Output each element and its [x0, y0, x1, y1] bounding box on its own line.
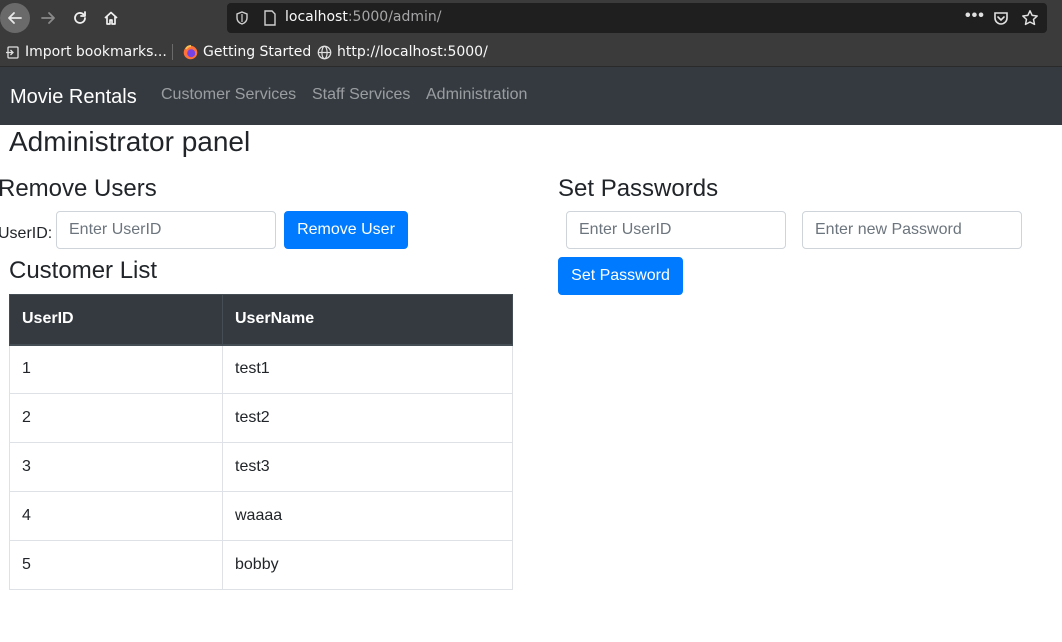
- cell-username: test2: [222, 393, 513, 443]
- customer-list-heading: Customer List: [9, 257, 158, 284]
- reload-button[interactable]: [65, 3, 95, 33]
- nav-customer-services[interactable]: Customer Services: [161, 86, 296, 104]
- cell-userid: 3: [9, 442, 223, 492]
- bookmark-label: Getting Started: [203, 44, 312, 60]
- cell-userid: 2: [9, 393, 223, 443]
- bookmarks-toolbar: Import bookmarks... Getting Started http…: [0, 36, 1062, 67]
- set-passwords-heading: Set Passwords: [558, 175, 719, 202]
- table-row: 5 bobby: [9, 540, 513, 590]
- shield-icon[interactable]: [235, 11, 249, 25]
- url-path: :5000/admin/: [347, 9, 442, 25]
- column-header-username: UserName: [222, 294, 513, 346]
- arrow-right-icon: [41, 12, 55, 24]
- nav-staff-services[interactable]: Staff Services: [312, 86, 410, 104]
- cell-userid: 5: [9, 540, 223, 590]
- customer-table: UserID UserName 1 test1 2 test2 3 test3 …: [9, 294, 513, 590]
- nav-administration[interactable]: Administration: [426, 86, 527, 104]
- page-icon[interactable]: [263, 10, 277, 26]
- pocket-icon[interactable]: [993, 10, 1009, 26]
- url-host: localhost: [285, 9, 348, 25]
- bookmark-separator: [172, 44, 173, 60]
- remove-users-heading: Remove Users: [0, 175, 157, 202]
- cell-userid: 4: [9, 491, 223, 541]
- remove-userid-input[interactable]: [56, 211, 276, 249]
- import-icon: [6, 45, 19, 59]
- url-bar[interactable]: localhost:5000/admin/ •••: [227, 3, 1047, 33]
- cell-username: waaaa: [222, 491, 513, 541]
- reload-icon: [74, 11, 86, 24]
- cell-username: test3: [222, 442, 513, 492]
- bookmark-getting-started[interactable]: Getting Started: [183, 42, 311, 62]
- cell-username: test1: [222, 344, 513, 394]
- firefox-icon: [183, 44, 198, 59]
- new-password-input[interactable]: [802, 211, 1022, 249]
- globe-icon: [317, 45, 332, 59]
- more-actions-icon[interactable]: •••: [965, 7, 985, 25]
- table-row: 3 test3: [9, 442, 513, 492]
- page-title: Administrator panel: [9, 126, 251, 157]
- bookmark-label: http://localhost:5000/: [337, 44, 488, 60]
- forward-button[interactable]: [33, 3, 63, 33]
- table-row: 4 waaaa: [9, 491, 513, 541]
- brand-link[interactable]: Movie Rentals: [10, 86, 137, 109]
- set-password-button[interactable]: Set Password: [558, 257, 683, 295]
- setpw-userid-input[interactable]: [566, 211, 786, 249]
- bookmark-localhost[interactable]: http://localhost:5000/: [317, 42, 488, 62]
- browser-toolbar: localhost:5000/admin/ •••: [0, 0, 1062, 36]
- bookmark-label: Import bookmarks...: [25, 44, 167, 60]
- table-row: 1 test1: [9, 344, 513, 394]
- table-header-row: UserID UserName: [9, 294, 513, 346]
- arrow-left-icon: [8, 12, 22, 24]
- app-navbar: Movie Rentals Customer Services Staff Se…: [0, 67, 1062, 125]
- remove-user-button[interactable]: Remove User: [284, 211, 408, 249]
- remove-userid-label: UserID:: [0, 225, 53, 242]
- cell-userid: 1: [9, 344, 223, 394]
- back-button[interactable]: [0, 3, 30, 33]
- url-text[interactable]: localhost:5000/admin/: [285, 9, 442, 25]
- home-button[interactable]: [96, 3, 126, 33]
- star-icon[interactable]: [1021, 9, 1039, 27]
- cell-username: bobby: [222, 540, 513, 590]
- table-row: 2 test2: [9, 393, 513, 443]
- bookmark-import[interactable]: Import bookmarks...: [5, 42, 167, 62]
- home-icon: [104, 11, 118, 25]
- column-header-userid: UserID: [9, 294, 223, 346]
